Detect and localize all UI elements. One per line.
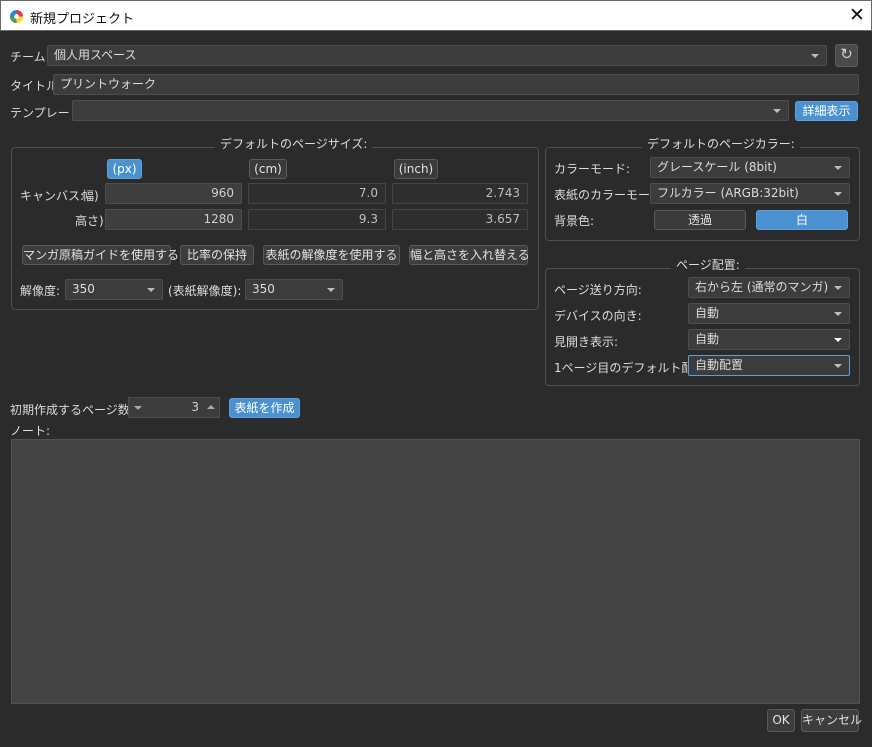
first-page-placement-label: 1ページ目のデフォルト配置: bbox=[554, 361, 710, 375]
color-mode-label: カラーモード: bbox=[554, 162, 631, 176]
bg-transparent-button[interactable]: 透過 bbox=[654, 210, 746, 230]
cover-resolution-select[interactable]: 350 bbox=[245, 279, 343, 300]
bg-white-button[interactable]: 白 bbox=[756, 210, 848, 230]
first-page-placement-select[interactable]: 自動配置 bbox=[688, 355, 850, 376]
device-orientation-select[interactable]: 自動 bbox=[688, 303, 850, 324]
canvas-label: キャンバス: bbox=[20, 189, 85, 203]
cover-color-mode-select[interactable]: フルカラー (ARGB:32bit) bbox=[650, 183, 850, 204]
width-inch-input[interactable]: 2.743 bbox=[392, 183, 528, 204]
page-layout-title: ページ配置: bbox=[671, 256, 745, 273]
title-bar: 新規プロジェクト ✕ bbox=[0, 0, 872, 31]
resolution-select[interactable]: 350 bbox=[65, 279, 163, 300]
width-label: 幅) bbox=[82, 189, 99, 203]
spread-view-select[interactable]: 自動 bbox=[688, 329, 850, 350]
initial-pages-value[interactable]: 3 bbox=[191, 400, 199, 414]
manga-guide-button[interactable]: マンガ原稿ガイドを使用する bbox=[22, 245, 179, 265]
initial-pages-label: 初期作成するページ数: bbox=[10, 403, 134, 417]
height-cm-input[interactable]: 9.3 bbox=[248, 209, 386, 230]
unit-cm-button[interactable]: (cm) bbox=[249, 159, 287, 179]
cancel-button[interactable]: キャンセル bbox=[801, 709, 862, 732]
close-icon[interactable]: ✕ bbox=[847, 4, 867, 26]
initial-pages-stepper[interactable]: 3 bbox=[128, 397, 220, 418]
unit-px-button[interactable]: (px) bbox=[107, 159, 142, 179]
increment-icon[interactable] bbox=[207, 405, 215, 409]
app-logo-icon bbox=[10, 10, 23, 23]
cover-resolution-label: (表紙解像度): bbox=[168, 284, 242, 298]
notes-textarea[interactable] bbox=[11, 439, 860, 704]
details-button[interactable]: 詳細表示 bbox=[795, 101, 858, 121]
create-cover-button[interactable]: 表紙を作成 bbox=[229, 398, 300, 418]
page-direction-select[interactable]: 右から左 (通常のマンガ) bbox=[688, 277, 850, 298]
swap-size-button[interactable]: 幅と高さを入れ替える bbox=[409, 245, 530, 265]
page-direction-label: ページ送り方向: bbox=[554, 283, 642, 297]
keep-ratio-button[interactable]: 比率の保持 bbox=[180, 245, 254, 265]
width-px-input[interactable]: 960 bbox=[105, 183, 242, 204]
color-mode-select[interactable]: グレースケール (8bit) bbox=[650, 157, 850, 178]
page-color-title: デフォルトのページカラー: bbox=[642, 135, 800, 152]
refresh-icon[interactable]: ↻ bbox=[835, 44, 858, 67]
ok-button[interactable]: OK bbox=[767, 709, 795, 732]
decrement-icon[interactable] bbox=[134, 406, 142, 410]
notes-label: ノート: bbox=[10, 424, 51, 438]
resolution-label: 解像度: bbox=[20, 284, 61, 298]
height-label: 高さ) bbox=[75, 214, 104, 228]
template-select[interactable] bbox=[72, 100, 789, 121]
background-color-label: 背景色: bbox=[554, 214, 595, 228]
page-size-title: デフォルトのページサイズ: bbox=[215, 135, 373, 152]
team-select[interactable]: 個人用スペース bbox=[47, 45, 827, 66]
height-px-input[interactable]: 1280 bbox=[105, 209, 242, 230]
use-cover-resolution-button[interactable]: 表紙の解像度を使用する bbox=[263, 245, 400, 265]
spread-view-label: 見開き表示: bbox=[554, 335, 619, 349]
width-cm-input[interactable]: 7.0 bbox=[248, 183, 386, 204]
height-inch-input[interactable]: 3.657 bbox=[392, 209, 528, 230]
window-title: 新規プロジェクト bbox=[30, 12, 135, 27]
device-orientation-label: デバイスの向き: bbox=[554, 309, 642, 323]
title-input[interactable]: プリントウォーク bbox=[53, 74, 859, 95]
unit-inch-button[interactable]: (inch) bbox=[394, 159, 438, 179]
team-label: チーム: bbox=[10, 50, 50, 64]
